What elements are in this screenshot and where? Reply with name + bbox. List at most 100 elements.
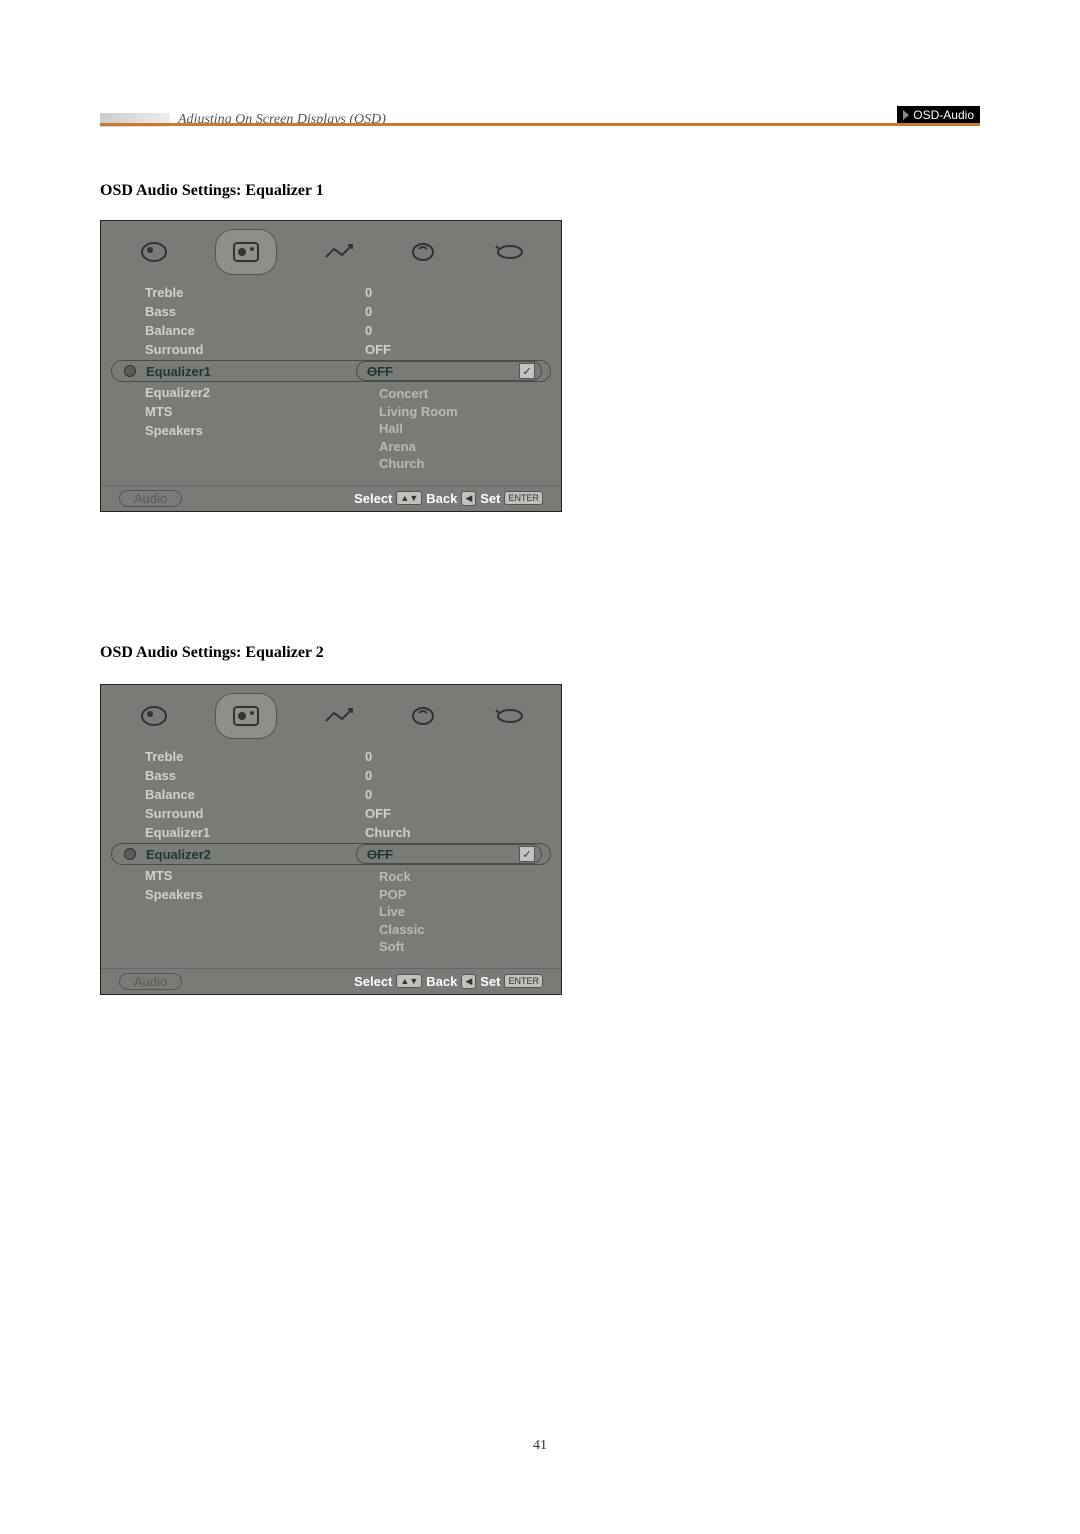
left-icon: ◀ <box>461 491 476 506</box>
picture-icon[interactable] <box>130 232 178 272</box>
header-tag: OSD-Audio <box>897 106 980 124</box>
menu-label: MTS <box>119 404 359 419</box>
audio-icon[interactable] <box>215 693 277 739</box>
equalizer2-dropdown[interactable]: Rock POP Live Classic Soft <box>379 866 425 962</box>
menu-value: 0 <box>365 749 543 764</box>
osd-tabs <box>101 685 561 743</box>
management-icon[interactable] <box>314 232 362 272</box>
dropdown-option[interactable]: Arena <box>379 438 458 456</box>
dropdown-option[interactable]: POP <box>379 886 425 904</box>
dropdown-option[interactable]: Concert <box>379 385 458 403</box>
menu-label: Speakers <box>119 887 359 902</box>
menu-row-speakers[interactable]: Speakers <box>119 885 359 904</box>
footer-hints: Select ▲▼ Back ◀ Set ENTER <box>182 974 543 989</box>
menu-value: 0 <box>365 285 543 300</box>
hint-set: Set <box>480 491 500 506</box>
menu-value: 0 <box>365 323 543 338</box>
menu-value: 0 <box>365 768 543 783</box>
menu-row-equalizer1-selected[interactable]: Equalizer1 OFF ✓ <box>111 360 551 382</box>
osd-tabs <box>101 221 561 279</box>
dropdown-option[interactable]: Soft <box>379 938 425 956</box>
header-tag-label: OSD-Audio <box>913 108 974 122</box>
value-pill[interactable]: OFF ✓ <box>356 844 542 864</box>
section1-title: OSD Audio Settings: Equalizer 1 <box>100 182 324 200</box>
menu-row-balance[interactable]: Balance 0 <box>119 321 543 340</box>
menu-row-equalizer2-selected[interactable]: Equalizer2 OFF ✓ <box>111 843 551 865</box>
menu-label: MTS <box>119 868 359 883</box>
osd-body: Treble 0 Bass 0 Balance 0 Surround OFF E… <box>101 743 561 968</box>
picture-icon[interactable] <box>130 696 178 736</box>
menu-label: Equalizer1 <box>146 364 356 379</box>
menu-label: Bass <box>119 304 365 319</box>
menu-label: Balance <box>119 323 365 338</box>
hint-set: Set <box>480 974 500 989</box>
osd-category: Audio <box>119 490 182 507</box>
menu-value: OFF <box>365 806 543 821</box>
page: Adjusting On Screen Displays (OSD) OSD-A… <box>0 0 1080 1534</box>
dropdown-option[interactable]: Hall <box>379 420 458 438</box>
menu-value: 0 <box>365 787 543 802</box>
management-icon[interactable] <box>314 696 362 736</box>
menu-row-equalizer1[interactable]: Equalizer1 Church <box>119 823 543 842</box>
menu-row-surround[interactable]: Surround OFF <box>119 804 543 823</box>
osd-category: Audio <box>119 973 182 990</box>
footer-hints: Select ▲▼ Back ◀ Set ENTER <box>182 491 543 506</box>
hint-back: Back <box>426 491 457 506</box>
section2-title: OSD Audio Settings: Equalizer 2 <box>100 644 324 662</box>
menu-row-treble[interactable]: Treble 0 <box>119 283 543 302</box>
updown-icon: ▲▼ <box>396 974 422 988</box>
exit-icon[interactable] <box>484 696 532 736</box>
left-icon: ◀ <box>461 974 476 989</box>
menu-row-treble[interactable]: Treble 0 <box>119 747 543 766</box>
osd-panel-1: Treble 0 Bass 0 Balance 0 Surround OFF E… <box>100 220 562 512</box>
hint-select: Select <box>354 974 392 989</box>
selected-value: OFF <box>361 364 519 379</box>
dropdown-option[interactable]: Living Room <box>379 403 458 421</box>
menu-row-mts[interactable]: MTS <box>119 866 359 885</box>
menu-value: OFF <box>365 342 543 357</box>
menu-value: 0 <box>365 304 543 319</box>
menu-label: Balance <box>119 787 365 802</box>
header-divider <box>100 123 980 126</box>
audio-icon[interactable] <box>215 229 277 275</box>
menu-label: Equalizer2 <box>119 385 359 400</box>
menu-row-balance[interactable]: Balance 0 <box>119 785 543 804</box>
menu-label: Surround <box>119 806 365 821</box>
osd-panel-2: Treble 0 Bass 0 Balance 0 Surround OFF E… <box>100 684 562 995</box>
menu-label: Equalizer2 <box>146 847 356 862</box>
menu-row-bass[interactable]: Bass 0 <box>119 766 543 785</box>
menu-row-surround[interactable]: Surround OFF <box>119 340 543 359</box>
menu-row-equalizer2[interactable]: Equalizer2 <box>119 383 359 402</box>
check-icon: ✓ <box>519 363 535 379</box>
exit-icon[interactable] <box>484 232 532 272</box>
menu-label: Equalizer1 <box>119 825 365 840</box>
source-icon[interactable] <box>399 696 447 736</box>
dropdown-option[interactable]: Classic <box>379 921 425 939</box>
hint-select: Select <box>354 491 392 506</box>
menu-row-bass[interactable]: Bass 0 <box>119 302 543 321</box>
osd-footer: Audio Select ▲▼ Back ◀ Set ENTER <box>101 485 561 511</box>
selection-bullet-icon <box>124 365 136 377</box>
updown-icon: ▲▼ <box>396 491 422 505</box>
menu-row-mts[interactable]: MTS <box>119 402 359 421</box>
page-number: 41 <box>0 1438 1080 1454</box>
osd-footer: Audio Select ▲▼ Back ◀ Set ENTER <box>101 968 561 994</box>
dropdown-option[interactable]: Church <box>379 455 458 473</box>
menu-label: Surround <box>119 342 365 357</box>
hint-back: Back <box>426 974 457 989</box>
menu-label: Treble <box>119 285 365 300</box>
menu-label: Speakers <box>119 423 359 438</box>
value-pill[interactable]: OFF ✓ <box>356 361 542 381</box>
selected-value: OFF <box>361 847 519 862</box>
source-icon[interactable] <box>399 232 447 272</box>
menu-row-speakers[interactable]: Speakers <box>119 421 359 440</box>
selection-bullet-icon <box>124 848 136 860</box>
osd-body: Treble 0 Bass 0 Balance 0 Surround OFF E… <box>101 279 561 485</box>
equalizer1-dropdown[interactable]: Concert Living Room Hall Arena Church <box>379 383 458 479</box>
dropdown-option[interactable]: Live <box>379 903 425 921</box>
enter-icon: ENTER <box>504 974 543 988</box>
menu-value: Church <box>365 825 543 840</box>
dropdown-option[interactable]: Rock <box>379 868 425 886</box>
check-icon: ✓ <box>519 846 535 862</box>
menu-label: Bass <box>119 768 365 783</box>
